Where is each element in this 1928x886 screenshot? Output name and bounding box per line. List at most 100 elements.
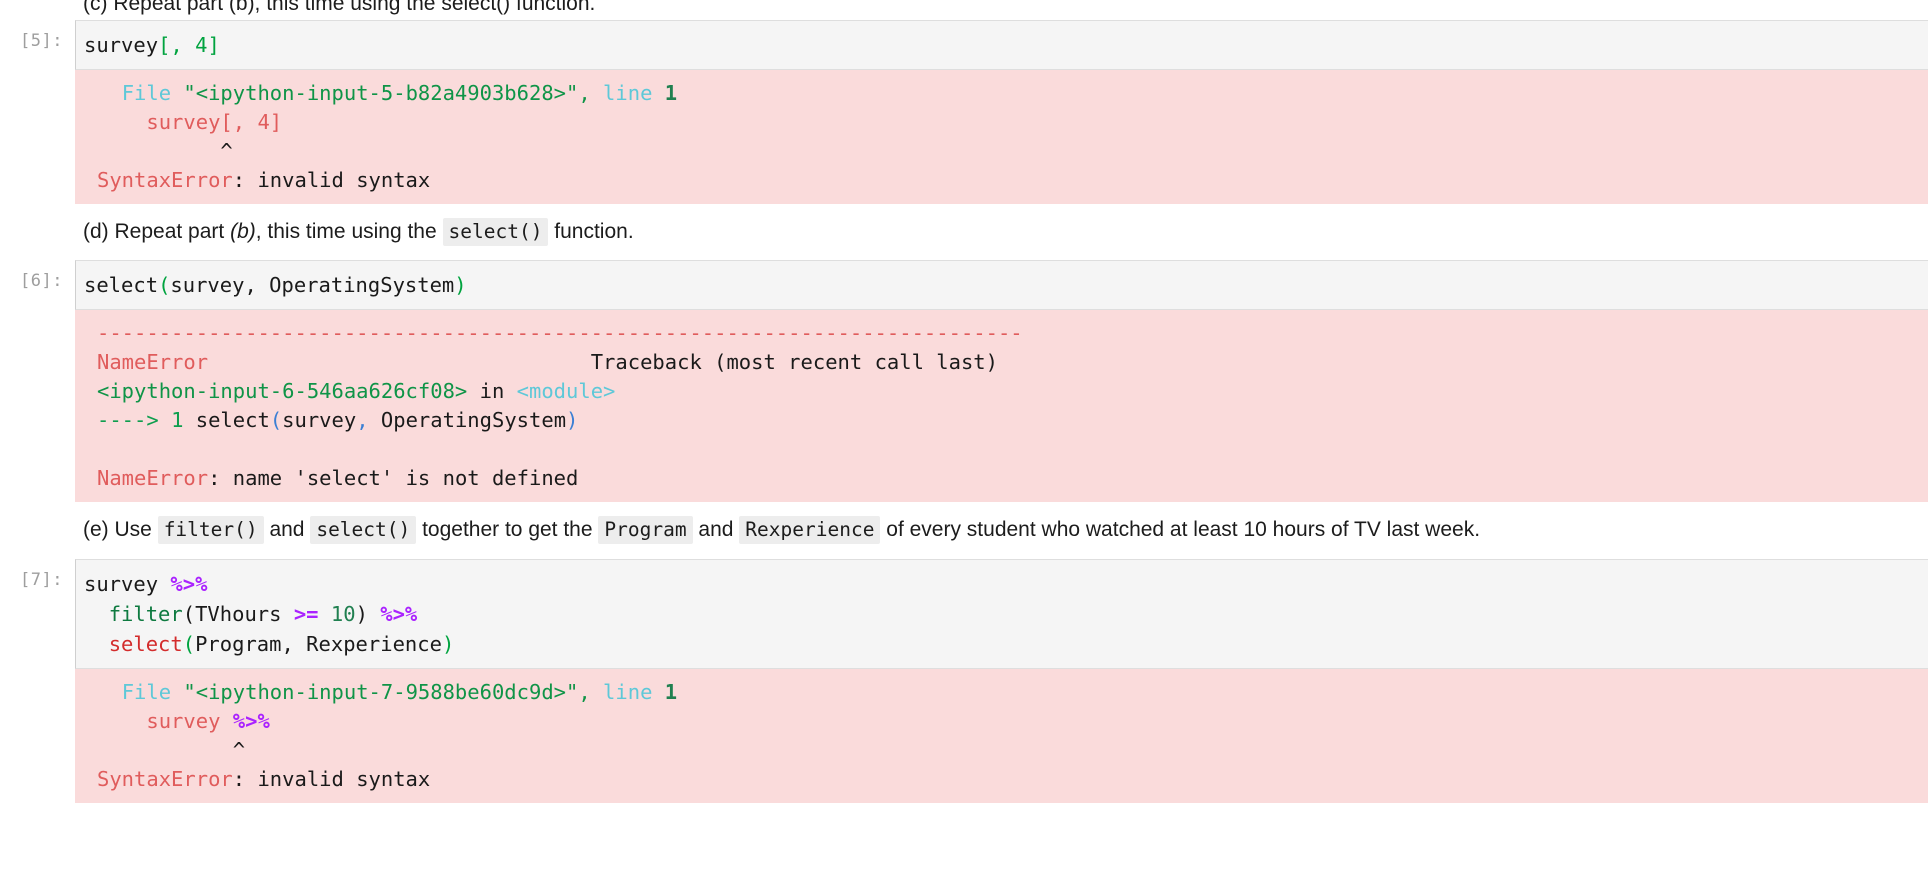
md-inline-code-filter: filter() (157, 516, 264, 545)
code-block-7: survey %>% filter(TVhours >= 10) %>% sel… (84, 569, 1928, 659)
traceback-in-keyword: in (467, 379, 517, 404)
error-type-name: SyntaxError (97, 766, 233, 791)
token-argument: TVhours (195, 601, 294, 626)
output-gutter (0, 70, 75, 204)
token-bracket-open: [ (158, 33, 171, 57)
md-mid: , this time using the (255, 220, 443, 243)
token-comma: , (170, 33, 196, 57)
token-file-name: "<ipython-input-5-b82a4903b628>" (183, 81, 579, 105)
traceback-frame-scope: <module> (516, 379, 616, 404)
markdown-text-d: (d) Repeat part (b), this time using the… (75, 204, 1928, 260)
error-message: invalid syntax (257, 766, 431, 791)
token-paren-open: ( (182, 601, 196, 626)
token-function-name: select (84, 273, 159, 298)
traceback-code-arg-a: survey (282, 408, 357, 433)
traceback-source-pipe: %>% (232, 708, 270, 733)
md-mid-3: and (692, 518, 740, 542)
traceback-source-identifier: survey (146, 708, 233, 733)
token-pipe-operator: %>% (170, 571, 208, 596)
traceback-code-arg-b: OperatingSystem (368, 408, 567, 433)
token-number: 4 (195, 33, 208, 57)
token-comma: , (578, 81, 591, 105)
traceback-body-7: File "<ipython-input-7-9588be60dc9d>", l… (75, 668, 1928, 803)
markdown-gutter (0, 502, 75, 558)
md-tail: of every student who watched at least 10… (880, 518, 1481, 542)
final-error-type-name: NameError (97, 466, 209, 491)
token-paren-open: ( (158, 273, 171, 298)
traceback-arrow: ----> (97, 408, 172, 433)
token-line-keyword: line (603, 679, 653, 704)
error-message: invalid syntax (257, 168, 431, 192)
prompt-label-6: [6]: (20, 271, 63, 292)
markdown-cell-d[interactable]: (d) Repeat part (b), this time using the… (0, 204, 1928, 260)
md-inline-code-select: select() (310, 516, 417, 545)
caret-marker: ^ (220, 139, 233, 163)
traceback-arrow-lineno: 1 (171, 408, 184, 433)
prompt-label-7: [7]: (20, 569, 63, 590)
token-line-number: 1 (664, 81, 678, 105)
md-mid-1: and (263, 518, 311, 542)
token-paren-open: ( (182, 631, 196, 656)
error-separator: : (232, 168, 258, 192)
md-lead: (d) Repeat part (83, 220, 231, 243)
markdown-gutter (0, 0, 75, 20)
md-inline-code-rexperience: Rexperience (739, 516, 881, 545)
token-paren-close: ) (454, 273, 467, 298)
md-tail: function. (548, 220, 634, 243)
caret-marker: ^ (232, 737, 246, 762)
clipped-markdown-row: (c) Repeat part (b), this time using the… (0, 0, 1928, 20)
token-line-keyword: line (603, 81, 653, 105)
token-comma: , (578, 679, 591, 704)
traceback-code-paren-close: ) (566, 408, 579, 433)
final-error-separator: : (208, 466, 233, 491)
token-file-name: "<ipython-input-7-9588be60dc9d>" (183, 679, 579, 704)
traceback-frame-file: <ipython-input-6-546aa626cf08> (97, 379, 468, 404)
error-output-7: File "<ipython-input-7-9588be60dc9d>", l… (0, 668, 1928, 803)
output-gutter (0, 668, 75, 803)
token-arguments: Program, Rexperience (195, 631, 442, 656)
token-file-keyword: File (121, 679, 172, 704)
markdown-cell-e[interactable]: (e) Use filter() and select() together t… (0, 502, 1928, 558)
error-type-name: NameError (97, 350, 209, 375)
code-input-6[interactable]: select(survey, OperatingSystem) (75, 260, 1928, 311)
prompt-label-5: [5]: (20, 31, 63, 51)
token-arguments: survey, OperatingSystem (170, 273, 455, 298)
final-error-message: name 'select' is not defined (232, 466, 579, 491)
error-type-name: SyntaxError (97, 168, 233, 192)
code-input-7[interactable]: survey %>% filter(TVhours >= 10) %>% sel… (75, 558, 1928, 669)
traceback-label: Traceback (most recent call last) (590, 350, 998, 375)
md-italic-ref: (b) (230, 220, 256, 243)
token-function-select: select (108, 631, 183, 656)
code-cell-7[interactable]: [7]: survey %>% filter(TVhours >= 10) %>… (0, 558, 1928, 669)
code-line-5: survey[, 4] (84, 30, 1928, 60)
traceback-code-comma: , (356, 408, 369, 433)
clipped-markdown-text: (c) Repeat part (b), this time using the… (83, 0, 596, 15)
traceback-body-6: ----------------------------------------… (75, 310, 1928, 503)
output-gutter (0, 310, 75, 503)
token-identifier: survey (84, 571, 171, 596)
traceback-body-5: File "<ipython-input-5-b82a4903b628>", l… (75, 70, 1928, 204)
error-output-5: File "<ipython-input-5-b82a4903b628>", l… (0, 70, 1928, 204)
traceback-code-fn: select (183, 408, 270, 433)
token-pipe-operator: %>% (367, 601, 418, 626)
code-line-6: select(survey, OperatingSystem) (84, 270, 1928, 300)
token-bracket-close: ] (207, 33, 220, 57)
md-inline-code-program: Program (598, 516, 693, 545)
markdown-gutter (0, 204, 75, 260)
error-output-6: ----------------------------------------… (0, 310, 1928, 503)
token-comparison-operator: >= (293, 601, 319, 626)
token-function-filter: filter (108, 601, 183, 626)
code-input-5[interactable]: survey[, 4] (75, 20, 1928, 70)
markdown-text-e: (e) Use filter() and select() together t… (75, 502, 1928, 558)
md-inline-code-select: select() (442, 218, 549, 246)
code-cell-5[interactable]: [5]: survey[, 4] (0, 20, 1928, 70)
token-identifier: survey (84, 33, 159, 57)
traceback-source-line: survey[, 4] (146, 110, 283, 134)
token-file-keyword: File (121, 81, 172, 105)
jupyter-notebook: (c) Repeat part (b), this time using the… (0, 0, 1928, 803)
traceback-code-paren-open: ( (269, 408, 283, 433)
code-cell-6[interactable]: [6]: select(survey, OperatingSystem) (0, 260, 1928, 311)
